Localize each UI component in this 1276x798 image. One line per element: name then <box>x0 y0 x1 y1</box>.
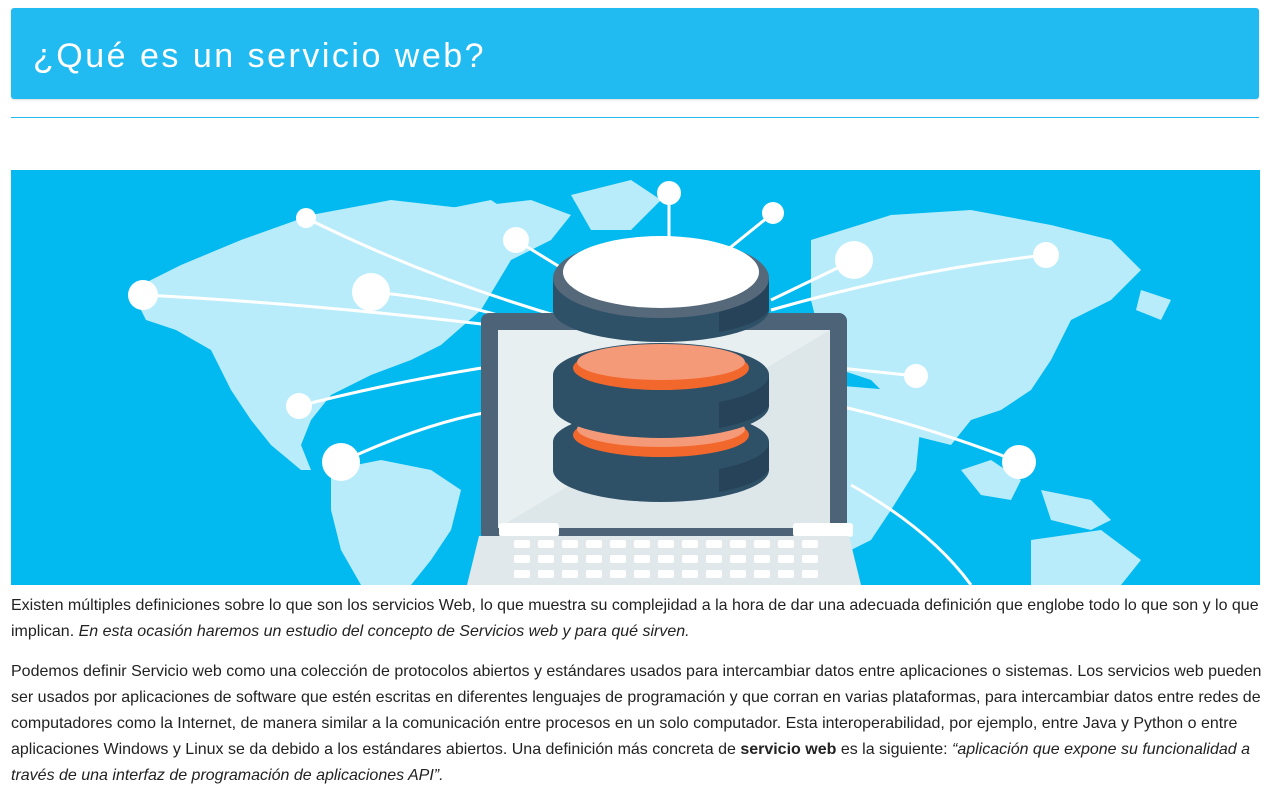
hero-image <box>11 170 1260 585</box>
intro-emphasis: En esta ocasión haremos un estudio del c… <box>78 623 690 640</box>
database-laptop-world-map-illustration <box>11 170 1260 585</box>
intro-paragraph: Existen múltiples definiciones sobre lo … <box>11 593 1263 645</box>
database-icon <box>553 236 769 502</box>
definition-connector: es la siguiente: <box>840 741 948 758</box>
title-banner: ¿Qué es un servicio web? <box>11 8 1259 99</box>
page-title: ¿Qué es un servicio web? <box>33 37 487 75</box>
title-divider <box>11 117 1259 118</box>
definition-paragraph: Podemos definir Servicio web como una co… <box>11 659 1263 789</box>
article-page: ¿Qué es un servicio web? Existen múltipl… <box>0 0 1276 798</box>
definition-term: servicio web <box>740 741 837 758</box>
